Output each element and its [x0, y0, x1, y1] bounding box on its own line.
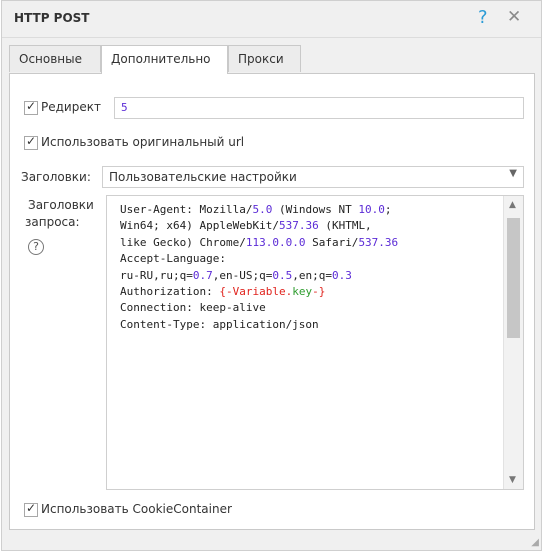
checkmark-icon: ✓ [26, 134, 37, 148]
redirect-label: Редирект [41, 100, 101, 114]
header-line: Authorization: {-Variable.key-} [120, 285, 326, 299]
request-headers-textarea[interactable]: User-Agent: Mozilla/5.0 (Windows NT 10.0… [106, 195, 524, 490]
resize-grip-icon[interactable]: ◢ [531, 537, 539, 548]
header-line: Connection: keep-alive [120, 301, 266, 315]
tab-proxy[interactable]: Прокси [228, 45, 301, 72]
cookie-container-checkbox[interactable]: ✓ [24, 501, 38, 517]
tab-advanced[interactable]: Дополнительно [101, 45, 228, 74]
advanced-panel: ✓ Редирект 5 ✓ Использовать оригинальный… [9, 73, 535, 530]
header-line: Content-Type: application/json [120, 317, 319, 331]
header-line: Accept-Language: [120, 252, 226, 266]
close-icon[interactable]: ✕ [507, 7, 521, 27]
scroll-up-icon[interactable]: ▲ [509, 200, 516, 210]
checkmark-icon: ✓ [26, 501, 37, 515]
tab-strip: Основные Дополнительно Прокси [9, 45, 535, 74]
cookie-container-label: Использовать CookieContainer [41, 502, 232, 516]
header-line: Win64; x64) AppleWebKit/537.36 (KHTML, [120, 219, 372, 233]
header-line: User-Agent: Mozilla/5.0 (Windows NT 10.0… [120, 203, 392, 216]
title-bar: HTTP POST ? ✕ [2, 1, 541, 38]
help-icon[interactable]: ? [478, 7, 488, 28]
request-headers-label-line1: Заголовки [28, 198, 94, 212]
headers-mode-value: Пользовательские настройки [109, 170, 297, 184]
header-line: like Gecko) Chrome/113.0.0.0 Safari/537.… [120, 235, 399, 249]
scrollbar-thumb[interactable] [507, 218, 520, 338]
dialog-title: HTTP POST [14, 11, 90, 25]
chevron-down-icon: ▼ [509, 168, 517, 179]
checkmark-icon: ✓ [26, 99, 37, 113]
headers-mode-select[interactable]: Пользовательские настройки ▼ [102, 166, 524, 188]
headers-mode-label: Заголовки: [21, 170, 91, 184]
original-url-label: Использовать оригинальный url [41, 135, 245, 149]
redirect-checkbox[interactable]: ✓ [24, 99, 38, 115]
question-circle-icon[interactable]: ? [28, 239, 44, 255]
request-headers-text: User-Agent: Mozilla/5.0 (Windows NT 10.0… [120, 202, 500, 333]
tab-basic[interactable]: Основные [9, 45, 101, 72]
scroll-down-icon[interactable]: ▼ [509, 475, 516, 485]
original-url-checkbox[interactable]: ✓ [24, 134, 38, 150]
vertical-scrollbar[interactable]: ▲ ▼ [503, 196, 523, 489]
header-line: ru-RU,ru;q=0.7,en-US;q=0.5,en;q=0.3 [120, 268, 352, 282]
request-headers-label-line2: запроса: [25, 215, 80, 229]
http-post-dialog: HTTP POST ? ✕ Основные Дополнительно Про… [1, 0, 542, 551]
redirect-count-input[interactable]: 5 [114, 97, 524, 119]
